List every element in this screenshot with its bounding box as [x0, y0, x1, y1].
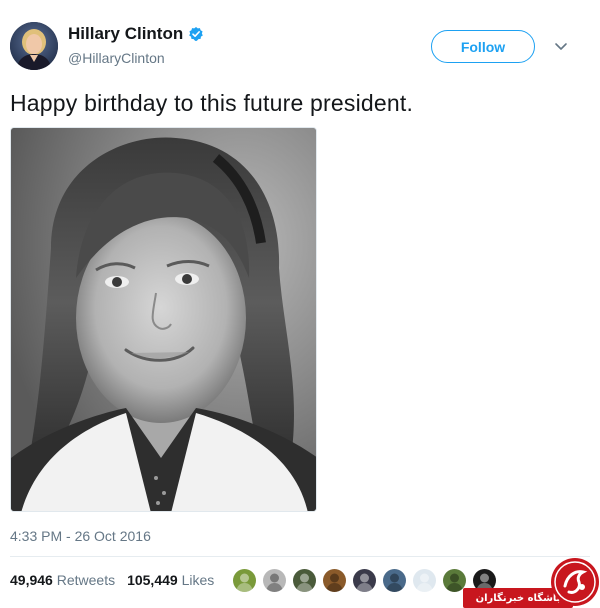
likes-stat[interactable]: 105,449 Likes	[127, 572, 214, 588]
liker-avatar-7[interactable]	[412, 568, 437, 593]
liker-avatars	[232, 568, 497, 593]
likes-label: Likes	[181, 572, 215, 588]
retweets-count: 49,946	[10, 572, 53, 588]
tweet-photo[interactable]	[10, 127, 317, 512]
author-avatar[interactable]	[10, 22, 58, 70]
watermark-logo-icon	[549, 556, 600, 608]
tweet-page: Hillary Clinton @HillaryClinton Follow H…	[0, 0, 600, 608]
likes-count: 105,449	[127, 572, 178, 588]
verified-badge-icon	[188, 26, 204, 42]
author-handle[interactable]: @HillaryClinton	[68, 50, 165, 66]
liker-avatar-5[interactable]	[352, 568, 377, 593]
author-name-row[interactable]: Hillary Clinton	[68, 24, 204, 44]
watermark: باشگاه خبرنگاران	[463, 556, 600, 608]
tweet-timestamp[interactable]: 4:33 PM - 26 Oct 2016	[10, 528, 151, 544]
retweets-stat[interactable]: 49,946 Retweets	[10, 572, 115, 588]
retweets-label: Retweets	[56, 572, 116, 588]
chevron-down-icon[interactable]	[553, 40, 569, 52]
liker-avatar-1[interactable]	[232, 568, 257, 593]
follow-button[interactable]: Follow	[431, 30, 535, 63]
liker-avatar-6[interactable]	[382, 568, 407, 593]
liker-avatar-3[interactable]	[292, 568, 317, 593]
liker-avatar-4[interactable]	[322, 568, 347, 593]
author-display-name[interactable]: Hillary Clinton	[68, 24, 183, 44]
liker-avatar-2[interactable]	[262, 568, 287, 593]
tweet-stats: 49,946 Retweets 105,449 Likes	[10, 572, 214, 588]
tweet-text: Happy birthday to this future president.	[10, 90, 414, 116]
